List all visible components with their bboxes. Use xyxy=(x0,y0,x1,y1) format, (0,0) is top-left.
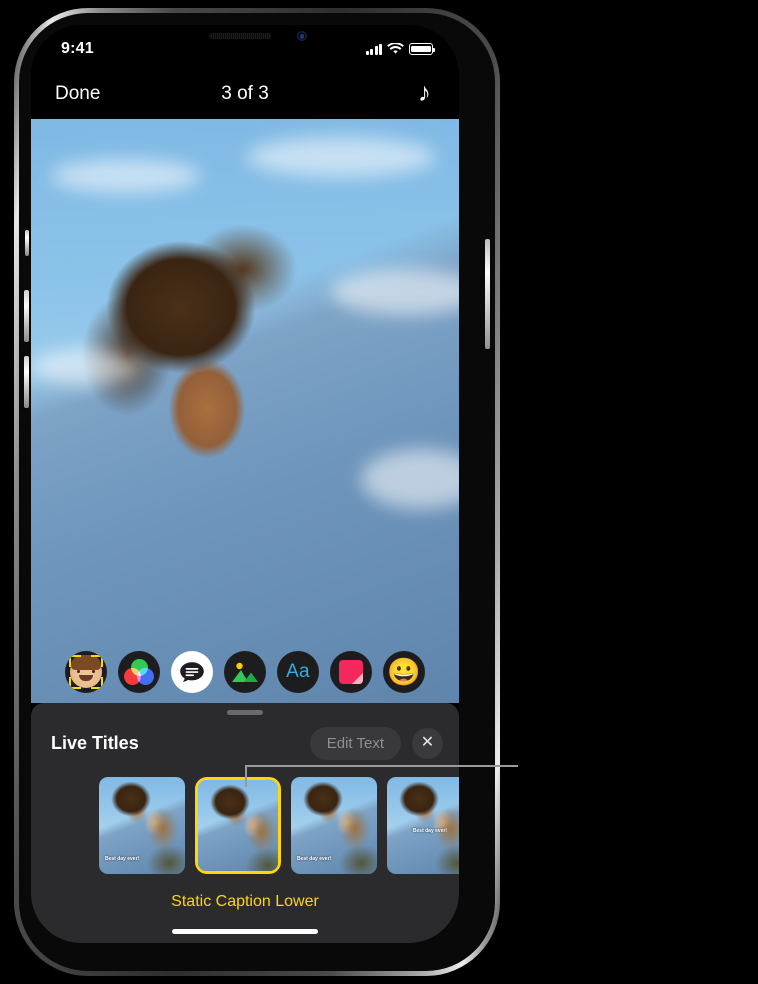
filters-button[interactable] xyxy=(118,651,160,693)
cloud-decoration xyxy=(51,159,201,193)
sheet-drag-handle[interactable] xyxy=(227,710,263,715)
video-frame-image xyxy=(31,119,459,703)
emoji-button[interactable]: 😀 xyxy=(383,651,425,693)
video-preview[interactable]: Aa 😀 xyxy=(31,119,459,703)
memoji-button[interactable] xyxy=(65,651,107,693)
status-indicators xyxy=(365,43,436,55)
side-power-button[interactable] xyxy=(485,239,490,349)
style-caption-preview: Best day ever! xyxy=(412,828,448,834)
wifi-icon xyxy=(387,43,404,54)
filters-icon xyxy=(124,659,154,685)
callout-leader-line-vertical xyxy=(245,765,247,787)
sheet-header-actions: Edit Text ✕ xyxy=(309,726,443,760)
volume-down-button[interactable] xyxy=(24,356,29,408)
done-button[interactable]: Done xyxy=(51,81,104,107)
style-thumbnail xyxy=(198,780,278,871)
list-item[interactable]: Best day ever! xyxy=(291,777,377,874)
volume-up-button[interactable] xyxy=(24,290,29,342)
style-thumbnail xyxy=(387,777,459,874)
list-item[interactable] xyxy=(195,777,281,874)
selected-style-name: Static Caption Lower xyxy=(171,893,319,910)
screenshot-root: 9:41 Done 3 of 3 ♪ Aa 😀 Live Titles Edit… xyxy=(0,0,758,984)
cloud-decoration xyxy=(246,137,436,177)
style-caption-preview: Best day ever! xyxy=(297,856,332,862)
speaker-grille-icon xyxy=(209,33,272,39)
navigation-bar: Done 3 of 3 ♪ xyxy=(31,69,459,119)
live-titles-sheet: Live Titles Edit Text ✕ Best day ever! B… xyxy=(31,703,459,943)
photos-button[interactable] xyxy=(224,651,266,693)
emoji-icon: 😀 xyxy=(387,656,421,687)
list-item[interactable]: Best day ever! xyxy=(387,777,459,874)
phone-screen: 9:41 Done 3 of 3 ♪ Aa 😀 Live Titles Edit… xyxy=(31,25,459,943)
page-title: 3 of 3 xyxy=(221,83,269,104)
photo-landscape-icon xyxy=(232,662,258,682)
close-icon[interactable]: ✕ xyxy=(412,727,443,759)
text-button[interactable]: Aa xyxy=(277,651,319,693)
notch xyxy=(153,25,337,51)
home-indicator[interactable] xyxy=(172,929,318,934)
sheet-title: Live Titles xyxy=(51,732,139,753)
music-note-icon[interactable]: ♪ xyxy=(416,79,433,109)
cellular-signal-icon xyxy=(365,43,382,55)
sticker-icon xyxy=(339,660,363,684)
memoji-focus-frame-icon xyxy=(69,655,103,689)
stickers-button[interactable] xyxy=(330,651,372,693)
sheet-header: Live Titles Edit Text ✕ xyxy=(51,723,443,763)
silent-switch-button[interactable] xyxy=(25,230,29,256)
status-time: 9:41 xyxy=(61,40,94,57)
live-titles-button[interactable] xyxy=(171,651,213,693)
effects-toolbar: Aa 😀 xyxy=(31,651,459,693)
message-bubble-icon xyxy=(180,662,204,682)
list-item[interactable]: Best day ever! xyxy=(99,777,185,874)
style-caption-preview: Best day ever! xyxy=(105,856,140,862)
title-styles-list[interactable]: Best day ever! Best day ever! Best day e… xyxy=(31,777,459,881)
callout-leader-line-horizontal xyxy=(245,765,518,767)
front-camera-icon xyxy=(297,31,307,41)
edit-text-button[interactable]: Edit Text xyxy=(309,726,401,760)
aa-text-icon: Aa xyxy=(286,661,310,682)
battery-icon xyxy=(409,43,436,55)
cloud-decoration xyxy=(31,349,141,385)
